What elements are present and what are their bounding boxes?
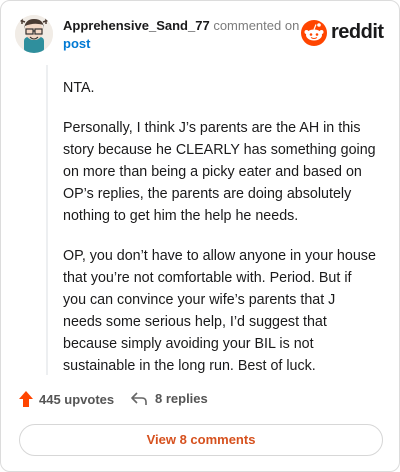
reply-count: 8 replies [155,391,208,406]
commented-on-text: commented on [213,18,300,33]
view-comments-button[interactable]: View 8 comments [19,424,383,456]
replies-button[interactable]: 8 replies [131,391,208,406]
comment-header: Apprehensive_Sand_77 commented on post r… [15,13,387,57]
reply-arrow-icon [131,391,147,405]
user-avatar[interactable] [15,15,53,53]
comment-body: NTA. Personally, I think J’s parents are… [46,65,376,375]
comment-paragraph: NTA. [63,80,95,96]
upvote-button[interactable]: 445 upvotes [19,391,114,407]
arrow-up-icon [19,391,33,407]
comment-actions: 445 upvotes 8 replies [19,389,379,411]
avatar-icon [15,15,53,53]
comment-paragraph: Personally, I think J’s parents are the … [63,120,376,224]
username-link[interactable]: Apprehensive_Sand_77 [63,18,210,33]
reddit-snoo-icon [301,20,327,46]
upvote-count: 445 upvotes [39,391,115,407]
comment-paragraph: OP, you don’t have to allow anyone in yo… [63,248,376,374]
reddit-wordmark: reddit [331,21,384,43]
reddit-logo[interactable]: reddit [301,19,387,47]
comment-meta: Apprehensive_Sand_77 commented on post [63,17,323,53]
comment-card: Apprehensive_Sand_77 commented on post r… [0,0,400,472]
post-link[interactable]: post [63,35,323,53]
